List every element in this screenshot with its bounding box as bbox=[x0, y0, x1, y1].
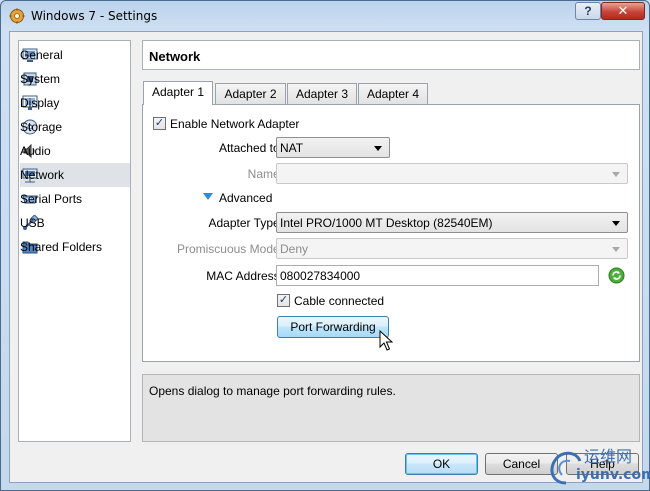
cancel-button[interactable]: Cancel bbox=[485, 453, 558, 475]
sidebar-item-label: Storage bbox=[20, 120, 63, 134]
attached-to-label: Attached to: bbox=[218, 141, 283, 155]
page-title: Network bbox=[149, 49, 201, 64]
settings-window: Windows 7 - Settings ? ✕ General System … bbox=[0, 0, 650, 491]
sidebar-item-usb[interactable]: USB bbox=[20, 211, 130, 235]
sidebar-item-label: Display bbox=[20, 96, 60, 110]
description-panel: Opens dialog to manage port forwarding r… bbox=[142, 374, 640, 442]
adapter-type-select[interactable]: Intel PRO/1000 MT Desktop (82540EM) bbox=[276, 212, 628, 233]
cable-connected-label: Cable connected bbox=[294, 294, 385, 308]
cable-connected-checkbox[interactable]: ✓ bbox=[277, 294, 290, 307]
sidebar-item-general[interactable]: General bbox=[20, 43, 130, 67]
mac-address-field[interactable] bbox=[276, 265, 599, 286]
title-help-button[interactable]: ? bbox=[575, 2, 601, 20]
chevron-down-icon bbox=[612, 172, 620, 177]
adapter-type-label: Adapter Type: bbox=[208, 216, 284, 230]
sidebar-item-audio[interactable]: Audio bbox=[20, 139, 130, 163]
sidebar-item-system[interactable]: System bbox=[20, 67, 130, 91]
dialog-client-area: General System Display Storage Audio Net… bbox=[9, 31, 643, 483]
title-bar[interactable]: Windows 7 - Settings ? ✕ bbox=[1, 1, 649, 31]
sidebar-item-label: Serial Ports bbox=[20, 192, 83, 206]
advanced-toggle[interactable]: Advanced bbox=[219, 191, 272, 205]
sidebar-item-display[interactable]: Display bbox=[20, 91, 130, 115]
adapter-type-value: Intel PRO/1000 MT Desktop (82540EM) bbox=[280, 216, 493, 230]
mac-address-label: MAC Address: bbox=[206, 269, 283, 283]
promiscuous-mode-value: Deny bbox=[280, 242, 309, 256]
description-text: Opens dialog to manage port forwarding r… bbox=[149, 384, 396, 398]
ok-button[interactable]: OK bbox=[405, 453, 478, 475]
enable-adapter-checkbox[interactable]: ✓ bbox=[153, 117, 166, 130]
page-header: Network bbox=[142, 40, 640, 70]
close-button[interactable]: ✕ bbox=[601, 2, 645, 20]
sidebar-item-label: USB bbox=[20, 216, 45, 230]
advanced-expand-icon[interactable] bbox=[202, 192, 214, 202]
sidebar-item-label: System bbox=[20, 72, 61, 86]
sidebar-item-storage[interactable]: Storage bbox=[20, 115, 130, 139]
sidebar-item-label: Network bbox=[20, 168, 65, 182]
sidebar-item-network[interactable]: Network bbox=[20, 163, 130, 187]
promiscuous-mode-label: Promiscuous Mode: bbox=[176, 242, 283, 256]
promiscuous-mode-select[interactable]: Deny bbox=[276, 238, 628, 259]
settings-sidebar: General System Display Storage Audio Net… bbox=[18, 40, 131, 442]
chevron-down-icon bbox=[612, 221, 620, 226]
window-title: Windows 7 - Settings bbox=[31, 9, 158, 23]
mouse-cursor-icon bbox=[379, 330, 393, 351]
sidebar-item-shared-folders[interactable]: Shared Folders bbox=[20, 235, 130, 259]
help-button[interactable]: Help bbox=[566, 453, 639, 475]
gear-icon bbox=[9, 8, 25, 24]
tab-adapter-1[interactable]: Adapter 1 bbox=[143, 81, 213, 105]
mac-address-input[interactable] bbox=[277, 266, 598, 285]
chevron-down-icon bbox=[374, 146, 382, 151]
port-forwarding-button[interactable]: Port Forwarding bbox=[277, 316, 389, 338]
refresh-mac-icon[interactable] bbox=[608, 267, 625, 284]
enable-adapter-label: Enable Network Adapter bbox=[170, 117, 300, 131]
sidebar-item-label: Audio bbox=[20, 144, 51, 158]
sidebar-item-label: General bbox=[20, 48, 63, 62]
tab-adapter-4[interactable]: Adapter 4 bbox=[358, 83, 428, 104]
sidebar-item-label: Shared Folders bbox=[20, 240, 103, 254]
name-select[interactable] bbox=[276, 163, 628, 184]
tab-adapter-3[interactable]: Adapter 3 bbox=[287, 83, 357, 104]
sidebar-item-serial-ports[interactable]: Serial Ports bbox=[20, 187, 130, 211]
adapter-tab-panel: ✓ Enable Network Adapter Attached to: NA… bbox=[142, 104, 640, 362]
attached-to-value: NAT bbox=[280, 141, 304, 155]
chevron-down-icon bbox=[612, 247, 620, 252]
attached-to-select[interactable]: NAT bbox=[276, 137, 390, 158]
tab-adapter-2[interactable]: Adapter 2 bbox=[215, 83, 286, 104]
